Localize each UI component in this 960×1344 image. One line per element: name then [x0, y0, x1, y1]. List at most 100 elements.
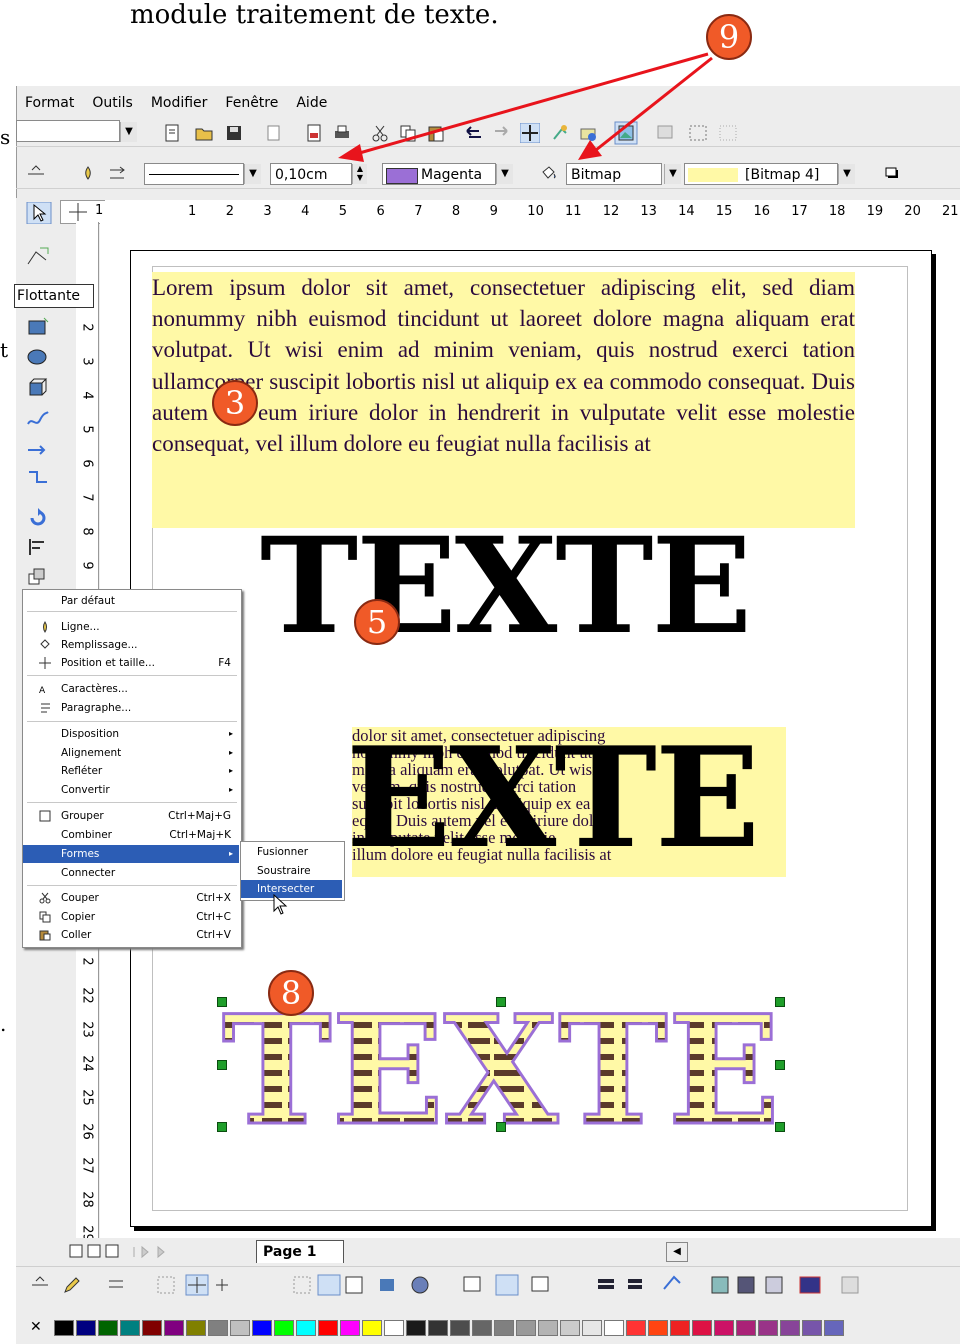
menu-item-paragraphe[interactable]: Paragraphe...	[23, 699, 239, 717]
color-swatch[interactable]	[252, 1320, 272, 1336]
style-combobox[interactable]	[16, 120, 120, 142]
selection-handle[interactable]	[496, 1122, 506, 1132]
gallery-icon[interactable]	[550, 123, 570, 143]
new-document-icon[interactable]	[162, 123, 182, 143]
selection-handle[interactable]	[775, 997, 785, 1007]
navigator-icon[interactable]	[520, 123, 540, 143]
menu-item-alignement[interactable]: Alignement ▸	[23, 744, 239, 762]
select-arrow-icon[interactable]	[26, 202, 52, 224]
menu-item-connecter[interactable]: Connecter	[23, 864, 239, 882]
redo-icon[interactable]	[492, 123, 512, 143]
spin-icon[interactable]: ▲ ▼	[352, 164, 367, 184]
chevron-down-icon[interactable]: ▼	[838, 164, 855, 184]
color-swatch[interactable]	[802, 1320, 822, 1336]
grid-dots-icon[interactable]	[718, 123, 738, 143]
color-swatch[interactable]	[582, 1320, 602, 1336]
paste-icon[interactable]	[426, 123, 446, 143]
connector-icon[interactable]	[26, 466, 52, 488]
outlined-texte-shape[interactable]: TEXTE	[222, 1001, 780, 1127]
selection-handle[interactable]	[775, 1122, 785, 1132]
rectangle-tool-icon[interactable]	[26, 316, 52, 338]
color-swatch[interactable]	[54, 1320, 74, 1336]
menu-fenetre[interactable]: Fenêtre	[216, 92, 287, 114]
color-swatch[interactable]	[120, 1320, 140, 1336]
snap-options-icons[interactable]	[292, 1273, 472, 1297]
color-swatch[interactable]	[538, 1320, 558, 1336]
copy-icon[interactable]	[398, 123, 418, 143]
menu-item-coller[interactable]: Coller Ctrl+V	[23, 926, 239, 944]
submenu-intersecter[interactable]: Intersecter	[241, 880, 342, 898]
save-icon[interactable]	[224, 123, 244, 143]
menu-outils[interactable]: Outils	[83, 92, 141, 114]
arrange-icon[interactable]	[26, 566, 52, 588]
line-style-select[interactable]	[144, 163, 244, 185]
color-swatch[interactable]	[406, 1320, 426, 1336]
edit-file-icon[interactable]	[264, 123, 284, 143]
color-swatch[interactable]	[494, 1320, 514, 1336]
color-swatch[interactable]	[758, 1320, 778, 1336]
fill-bucket-icon[interactable]	[538, 164, 558, 184]
color-swatch[interactable]	[296, 1320, 316, 1336]
color-swatch[interactable]	[142, 1320, 162, 1336]
intersect-shape[interactable]: dolor sit amet, consectetuer adipiscing n…	[352, 727, 786, 877]
chevron-down-icon[interactable]: ▼	[496, 164, 513, 184]
color-swatch[interactable]	[824, 1320, 844, 1336]
tab-page-1[interactable]: Page 1	[256, 1240, 344, 1263]
color-swatch[interactable]	[670, 1320, 690, 1336]
text-frame-icons[interactable]	[462, 1273, 582, 1297]
chevron-down-icon[interactable]: ▼	[120, 122, 137, 142]
color-swatch[interactable]	[714, 1320, 734, 1336]
menu-item-couper[interactable]: Couper Ctrl+X	[23, 889, 239, 907]
menu-modifier[interactable]: Modifier	[142, 92, 217, 114]
menu-item-convertir[interactable]: Convertir ▸	[23, 781, 239, 799]
color-swatch[interactable]	[274, 1320, 294, 1336]
line-icon[interactable]	[78, 164, 98, 184]
data-sources-icon[interactable]	[578, 123, 598, 143]
menu-aide[interactable]: Aide	[287, 92, 336, 114]
menu-item-caracteres[interactable]: A Caractères...	[23, 680, 239, 698]
selection-handle[interactable]	[496, 997, 506, 1007]
color-swatch[interactable]	[472, 1320, 492, 1336]
open-folder-icon[interactable]	[194, 123, 214, 143]
color-swatch[interactable]	[516, 1320, 536, 1336]
menu-item-refleter[interactable]: Refléter ▸	[23, 762, 239, 780]
menu-format[interactable]: Format	[16, 92, 83, 114]
color-swatch[interactable]	[208, 1320, 228, 1336]
export-pdf-icon[interactable]	[304, 123, 324, 143]
menu-item-remplissage[interactable]: Remplissage...	[23, 636, 239, 654]
line-width-field[interactable]: 0,10cm	[270, 163, 352, 185]
color-swatch[interactable]	[230, 1320, 250, 1336]
ellipse-tool-icon[interactable]	[26, 344, 52, 366]
chevron-down-icon[interactable]: ▼	[664, 164, 681, 184]
freeform-line-icon[interactable]	[26, 408, 52, 430]
menu-item-combiner[interactable]: Combiner Ctrl+Maj+K	[23, 826, 239, 844]
color-swatch[interactable]	[428, 1320, 448, 1336]
no-color-icon[interactable]: ✕	[30, 1320, 50, 1334]
color-swatch[interactable]	[98, 1320, 118, 1336]
color-swatch[interactable]	[560, 1320, 580, 1336]
ruler-origin[interactable]: 1	[60, 200, 106, 224]
fill-type-select[interactable]: Bitmap	[566, 163, 662, 185]
color-swatch[interactable]	[384, 1320, 404, 1336]
color-swatch[interactable]	[186, 1320, 206, 1336]
color-swatch[interactable]	[626, 1320, 646, 1336]
snap-grid-icons[interactable]	[156, 1273, 276, 1297]
image-icon[interactable]	[614, 121, 638, 145]
line-style-icon[interactable]	[26, 164, 46, 184]
menu-item-position[interactable]: Position et taille... F4	[23, 654, 239, 672]
line-style-icon[interactable]	[30, 1275, 50, 1295]
shadow-icon[interactable]	[882, 164, 902, 184]
chevron-down-icon[interactable]: ▼	[244, 164, 261, 184]
color-swatch[interactable]	[780, 1320, 800, 1336]
selection-handle[interactable]	[217, 997, 227, 1007]
rotate-icon[interactable]	[26, 506, 52, 528]
arrow-line-icon[interactable]	[26, 438, 52, 460]
menu-item-copier[interactable]: Copier Ctrl+C	[23, 908, 239, 926]
texte-shape[interactable]: TEXTE	[260, 512, 752, 662]
menu-item-default[interactable]: Par défaut	[23, 592, 239, 610]
scroll-left-button[interactable]: ◀	[666, 1242, 688, 1262]
color-swatch[interactable]	[648, 1320, 668, 1336]
submenu-soustraire[interactable]: Soustraire	[241, 862, 342, 880]
zoom-icon[interactable]	[656, 123, 676, 143]
cut-icon[interactable]	[370, 123, 390, 143]
